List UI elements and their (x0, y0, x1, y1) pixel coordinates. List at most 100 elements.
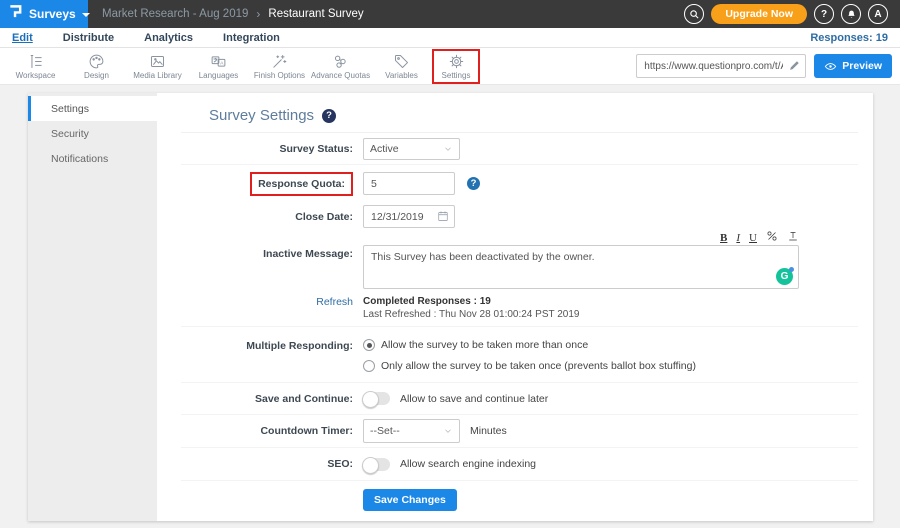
breadcrumb-survey-name[interactable]: Restaurant Survey (268, 8, 363, 20)
inactive-message-textarea[interactable]: This Survey has been deactivated by the … (363, 245, 799, 289)
close-date-input[interactable] (363, 205, 455, 228)
edit-toolbar: Workspace Design Media Library A Languag… (0, 48, 900, 85)
response-quota-help-icon[interactable]: ? (467, 177, 480, 190)
magic-wand-icon (271, 53, 288, 70)
seo-label: SEO: (181, 458, 353, 470)
breadcrumb-separator: › (256, 7, 260, 21)
nav-tab-edit[interactable]: Edit (12, 32, 33, 44)
save-and-continue-row: Save and Continue: Allow to save and con… (181, 383, 858, 415)
multiple-responding-row: Multiple Responding: Allow the survey to… (181, 327, 858, 383)
nav-tab-analytics[interactable]: Analytics (144, 32, 193, 44)
bold-button[interactable]: B (720, 233, 727, 244)
notifications-button[interactable] (841, 4, 861, 24)
last-refreshed-text: Last Refreshed : Thu Nov 28 01:00:24 PST… (363, 309, 858, 320)
toolbar-item-advance-quotas[interactable]: Advance Quotas (310, 49, 371, 84)
top-bar: Surveys Market Research - Aug 2019 › Res… (0, 0, 900, 28)
completed-responses-text: Completed Responses : 19 (363, 296, 858, 307)
survey-url-wrap (636, 54, 806, 78)
svg-text:A: A (220, 60, 224, 66)
survey-status-row: Survey Status: Active (181, 133, 858, 165)
toolbar-right: Preview (636, 54, 892, 78)
page-title: Survey Settings (209, 107, 314, 124)
sidebar-item-notifications[interactable]: Notifications (28, 146, 157, 171)
save-and-continue-toggle[interactable] (363, 392, 390, 405)
underline-button[interactable]: U (749, 233, 757, 244)
italic-button[interactable]: I (736, 233, 740, 244)
save-row: Save Changes (181, 481, 858, 528)
seo-toggle[interactable] (363, 458, 390, 471)
toolbar-item-finish-options[interactable]: Finish Options (249, 49, 310, 84)
chain-links-icon (332, 53, 349, 70)
refresh-link[interactable]: Refresh (181, 296, 353, 308)
chevron-down-icon (443, 144, 453, 154)
seo-row: SEO: Allow search engine indexing (181, 448, 858, 481)
close-date-label: Close Date: (181, 211, 353, 223)
radio-button-icon[interactable] (363, 360, 375, 372)
eye-icon (824, 60, 837, 73)
search-icon (689, 9, 700, 20)
grammarly-icon[interactable]: G (776, 268, 793, 285)
save-changes-button[interactable]: Save Changes (363, 489, 457, 511)
close-date-row: Close Date: (181, 202, 858, 231)
topbar-actions: Upgrade Now ? A (684, 4, 900, 24)
settings-sidebar: Settings Security Notifications (28, 93, 157, 521)
sidebar-item-settings[interactable]: Settings (28, 96, 157, 121)
edit-url-pencil-icon[interactable] (788, 59, 801, 72)
bell-icon (846, 9, 857, 20)
response-quota-row: Response Quota: ? (181, 165, 858, 202)
countdown-timer-label: Countdown Timer: (181, 425, 353, 437)
response-quota-input[interactable] (363, 172, 455, 195)
product-name: Surveys (29, 7, 76, 21)
tag-icon (393, 53, 410, 70)
save-and-continue-label: Save and Continue: (181, 393, 353, 405)
questionpro-logo-icon (8, 3, 23, 25)
text-editor-toolbar: B I U (363, 231, 799, 245)
link-icon (766, 230, 778, 242)
response-quota-label: Response Quota: (250, 172, 353, 196)
nav-tab-integration[interactable]: Integration (223, 32, 280, 44)
survey-settings-help-icon[interactable]: ? (322, 109, 336, 123)
inactive-message-label: Inactive Message: (181, 248, 353, 260)
countdown-timer-units: Minutes (470, 425, 507, 437)
toolbar-item-design[interactable]: Design (66, 49, 127, 84)
help-button[interactable]: ? (814, 4, 834, 24)
translate-icon: A (210, 53, 227, 70)
surveys-product-menu[interactable]: Surveys (0, 0, 88, 28)
responses-count[interactable]: Responses: 19 (810, 32, 888, 44)
survey-status-select[interactable]: Active (363, 138, 460, 160)
toolbar-item-media-library[interactable]: Media Library (127, 49, 188, 84)
toolbar-item-workspace[interactable]: Workspace (5, 49, 66, 84)
nav-tab-distribute[interactable]: Distribute (63, 32, 114, 44)
gear-icon (448, 53, 465, 70)
chevron-down-icon (443, 426, 453, 436)
toolbar-item-languages[interactable]: A Languages (188, 49, 249, 84)
clear-format-icon (787, 230, 799, 242)
settings-main: Survey Settings ? Survey Status: Active … (157, 93, 873, 521)
multiple-responding-label: Multiple Responding: (181, 340, 353, 352)
survey-url-input[interactable] (636, 54, 806, 78)
survey-status-label: Survey Status: (181, 143, 353, 155)
survey-nav: Edit Distribute Analytics Integration Re… (0, 28, 900, 48)
palette-icon (88, 53, 105, 70)
search-button[interactable] (684, 4, 704, 24)
breadcrumb-folder[interactable]: Market Research - Aug 2019 (102, 8, 248, 20)
radio-allow-once[interactable]: Only allow the survey to be taken once (… (363, 360, 858, 372)
chevron-down-icon (82, 13, 90, 17)
image-icon (149, 53, 166, 70)
toolbar-item-settings[interactable]: Settings (432, 49, 480, 84)
workspace-icon (27, 53, 44, 70)
content-area: Settings Security Notifications Survey S… (0, 85, 900, 528)
breadcrumb: Market Research - Aug 2019 › Restaurant … (102, 7, 364, 21)
radio-button-icon[interactable] (363, 339, 375, 351)
toolbar-item-variables[interactable]: Variables (371, 49, 432, 84)
account-avatar[interactable]: A (868, 4, 888, 24)
countdown-timer-row: Countdown Timer: --Set-- Minutes (181, 415, 858, 448)
settings-card: Settings Security Notifications Survey S… (28, 93, 873, 521)
countdown-timer-select[interactable]: --Set-- (363, 419, 460, 443)
inactive-message-row: Inactive Message: B I U This (181, 231, 858, 294)
radio-allow-multiple[interactable]: Allow the survey to be taken more than o… (363, 339, 858, 351)
sidebar-item-security[interactable]: Security (28, 121, 157, 146)
upgrade-now-button[interactable]: Upgrade Now (711, 4, 807, 24)
preview-button[interactable]: Preview (814, 54, 892, 78)
responses-summary-row: Refresh Completed Responses : 19 Last Re… (181, 294, 858, 327)
